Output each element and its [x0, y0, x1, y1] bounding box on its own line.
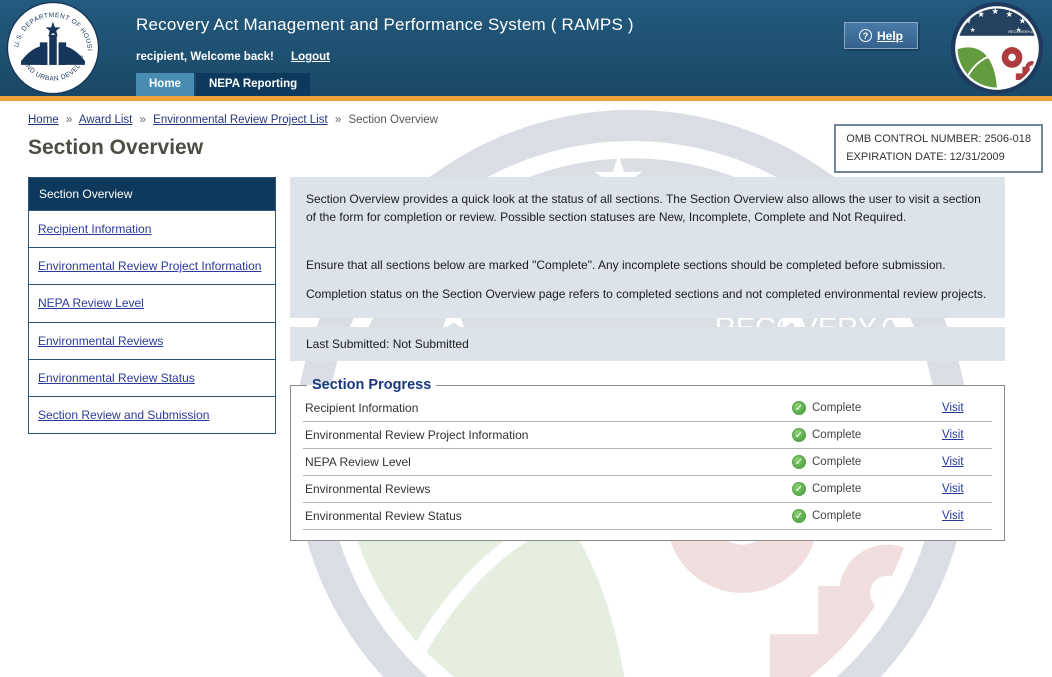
description-paragraph: Section Overview provides a quick look a…	[306, 190, 989, 226]
section-status: ✓ Complete	[792, 455, 942, 469]
ramps-page: U.S. DEPARTMENT OF HOUSING AND URBAN DEV…	[0, 0, 1052, 677]
welcome-message: recipient, Welcome back!	[136, 51, 274, 63]
page-content: Home » Award List » Environmental Review…	[0, 101, 1052, 677]
breadcrumb-home[interactable]: Home	[28, 114, 59, 126]
tab-nepa-reporting[interactable]: NEPA Reporting	[196, 73, 310, 96]
visit-link[interactable]: Visit	[942, 402, 990, 414]
section-name: Environmental Reviews	[305, 482, 792, 496]
progress-row-env-review-status: Environmental Review Status ✓ Complete V…	[303, 503, 992, 530]
section-name: NEPA Review Level	[305, 455, 792, 469]
sidebar-link[interactable]: NEPA Review Level	[38, 296, 144, 310]
description-paragraph: Completion status on the Section Overvie…	[306, 285, 989, 303]
sidebar-item-section-review-submission[interactable]: Section Review and Submission	[29, 396, 275, 433]
section-progress-fieldset: Section Progress Recipient Information ✓…	[290, 377, 1005, 541]
complete-check-icon: ✓	[792, 428, 806, 442]
section-name: Environmental Review Project Information	[305, 428, 792, 442]
section-name: Recipient Information	[305, 401, 792, 415]
section-status: ✓ Complete	[792, 482, 942, 496]
app-header: U.S. DEPARTMENT OF HOUSING AND URBAN DEV…	[0, 0, 1052, 96]
section-overview-description: Section Overview provides a quick look a…	[290, 177, 1005, 318]
status-label: Complete	[812, 429, 861, 441]
section-status: ✓ Complete	[792, 509, 942, 523]
main-panel: Section Overview provides a quick look a…	[290, 177, 1005, 541]
primary-tabs: Home NEPA Reporting	[136, 73, 310, 96]
sidebar-item-environmental-reviews[interactable]: Environmental Reviews	[29, 322, 275, 359]
progress-row-environmental-reviews: Environmental Reviews ✓ Complete Visit	[303, 476, 992, 503]
header-text-block: Recovery Act Management and Performance …	[136, 15, 634, 63]
complete-check-icon: ✓	[792, 401, 806, 415]
section-name: Environmental Review Status	[305, 509, 792, 523]
breadcrumb-award-list[interactable]: Award List	[79, 114, 132, 126]
sidebar-item-recipient-information[interactable]: Recipient Information	[29, 210, 275, 247]
status-label: Complete	[812, 483, 861, 495]
sidebar-link[interactable]: Recipient Information	[38, 222, 151, 236]
breadcrumb-separator: »	[66, 114, 72, 126]
tab-home[interactable]: Home	[136, 73, 194, 96]
help-button-label: Help	[877, 29, 903, 43]
sidebar-header: Section Overview	[29, 178, 275, 210]
breadcrumb-current: Section Overview	[348, 114, 437, 126]
sidebar-item-env-review-status[interactable]: Environmental Review Status	[29, 359, 275, 396]
progress-row-nepa-review-level: NEPA Review Level ✓ Complete Visit	[303, 449, 992, 476]
sidebar-item-env-review-project-information[interactable]: Environmental Review Project Information	[29, 247, 275, 284]
status-label: Complete	[812, 510, 861, 522]
status-label: Complete	[812, 402, 861, 414]
app-title: Recovery Act Management and Performance …	[136, 15, 634, 35]
help-icon: ?	[859, 29, 872, 42]
hud-seal-logo: U.S. DEPARTMENT OF HOUSING AND URBAN DEV…	[6, 1, 100, 95]
sidebar-link[interactable]: Section Review and Submission	[38, 408, 209, 422]
visit-link[interactable]: Visit	[942, 429, 990, 441]
breadcrumb-separator: »	[140, 114, 146, 126]
section-sidebar: Section Overview Recipient Information E…	[28, 177, 276, 434]
visit-link[interactable]: Visit	[942, 456, 990, 468]
logout-link[interactable]: Logout	[291, 51, 330, 63]
help-button[interactable]: ? Help	[844, 22, 918, 49]
sidebar-link[interactable]: Environmental Review Status	[38, 371, 195, 385]
visit-link[interactable]: Visit	[942, 483, 990, 495]
sidebar-link[interactable]: Environmental Review Project Information	[38, 259, 261, 273]
progress-row-env-review-project-information: Environmental Review Project Information…	[303, 422, 992, 449]
progress-row-recipient-information: Recipient Information ✓ Complete Visit	[303, 395, 992, 422]
complete-check-icon: ✓	[792, 482, 806, 496]
recovery-gov-logo	[950, 1, 1044, 95]
breadcrumb-separator: »	[335, 114, 341, 126]
welcome-row: recipient, Welcome back! Logout	[136, 51, 634, 63]
breadcrumb-env-review-project-list[interactable]: Environmental Review Project List	[153, 114, 328, 126]
last-submitted-status: Last Submitted: Not Submitted	[290, 327, 1005, 361]
sidebar-link[interactable]: Environmental Reviews	[38, 334, 163, 348]
complete-check-icon: ✓	[792, 509, 806, 523]
section-status: ✓ Complete	[792, 401, 942, 415]
sidebar-item-nepa-review-level[interactable]: NEPA Review Level	[29, 284, 275, 321]
complete-check-icon: ✓	[792, 455, 806, 469]
description-paragraph: Ensure that all sections below are marke…	[306, 256, 989, 274]
status-label: Complete	[812, 456, 861, 468]
visit-link[interactable]: Visit	[942, 510, 990, 522]
section-progress-legend: Section Progress	[307, 377, 436, 393]
content-columns: Section Overview Recipient Information E…	[28, 177, 1052, 541]
section-status: ✓ Complete	[792, 428, 942, 442]
page-title: Section Overview	[28, 136, 1052, 160]
